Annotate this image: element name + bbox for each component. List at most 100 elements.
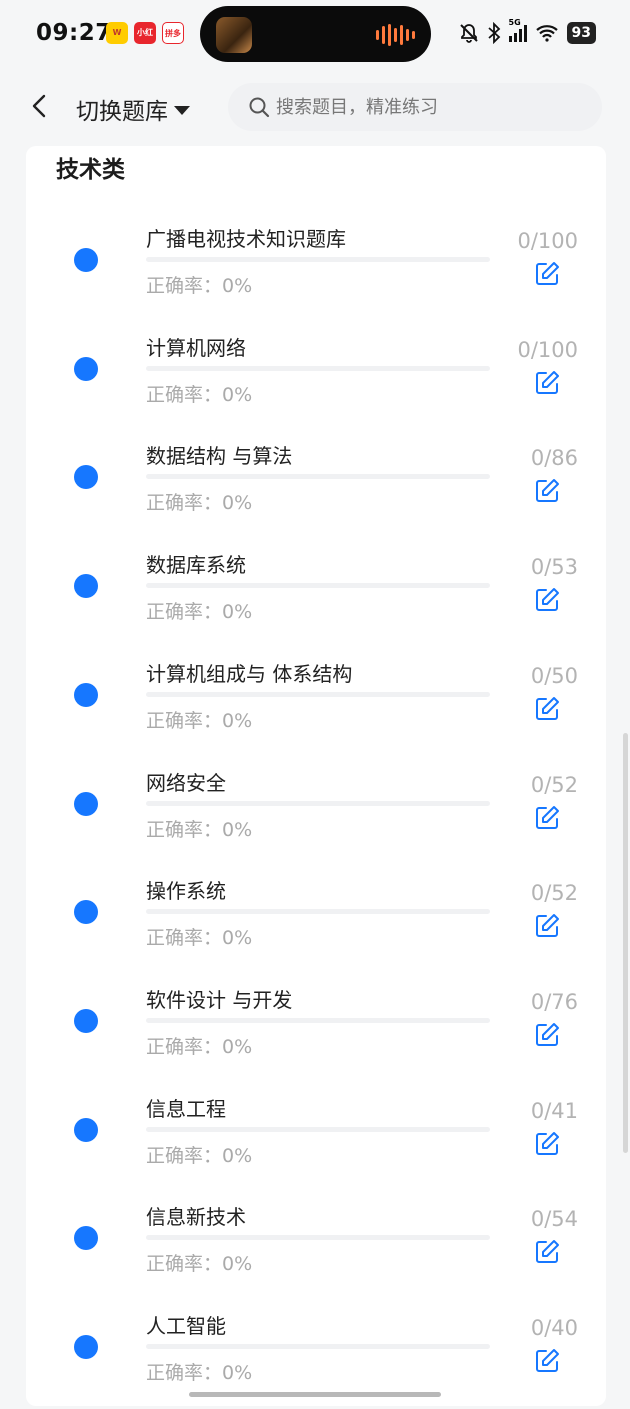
bank-list-item[interactable]: 计算机组成与 体系结构 正确率：0% 0/50 [26,648,606,757]
accuracy-label: 正确率： [146,1362,223,1384]
bank-list-item[interactable]: 计算机网络 正确率：0% 0/100 [26,322,606,431]
switch-bank-dropdown[interactable]: 切换题库 [76,92,190,126]
bank-name: 信息新技术 [146,1205,246,1229]
scrollbar[interactable] [623,733,628,1153]
accuracy-label: 正确率： [146,1253,223,1275]
progress-count: 0/52 [530,773,578,797]
bank-name: 人工智能 [146,1314,226,1338]
bank-list-item[interactable]: 操作系统正确率：0% 0/52 [26,865,606,974]
edit-icon[interactable] [534,261,560,287]
accuracy-value: 0% [222,1036,253,1058]
progress-count: 0/52 [530,881,578,905]
bank-name: 数据库系统 [146,553,246,577]
back-icon[interactable] [26,92,54,120]
accuracy-label: 正确率： [146,1036,223,1058]
bank-name: 软件设计 与开发 [146,988,293,1012]
status-time: 09:27 [36,20,112,46]
accuracy-rate: 正确率：0% [146,488,252,515]
accuracy-rate: 正确率：0% [146,597,252,624]
progress-bar [146,1235,490,1240]
accuracy-label: 正确率： [146,492,223,514]
status-dot [74,574,98,598]
progress-count: 0/50 [530,664,578,688]
progress-bar [146,474,490,479]
bank-name: 计算机组成与 体系结构 [146,662,353,686]
status-dot [74,357,98,381]
bank-name: 广播电视技术知识题库 [146,227,346,251]
bank-name: 操作系统 [146,879,226,903]
audio-wave-icon [376,24,415,46]
status-dot [74,1118,98,1142]
status-dot [74,1335,98,1359]
accuracy-value: 0% [222,927,253,949]
notification-app-icon: W [106,22,128,44]
progress-bar [146,1127,490,1132]
media-thumbnail [216,17,252,53]
status-icons: 5G 93 [459,18,596,44]
edit-icon[interactable] [534,1131,560,1157]
accuracy-rate: 正确率：0% [146,923,252,950]
dynamic-island[interactable] [200,6,431,62]
edit-icon[interactable] [534,696,560,722]
accuracy-value: 0% [222,384,253,406]
accuracy-label: 正确率： [146,710,223,732]
accuracy-rate: 正确率：0% [146,1141,252,1168]
signal-icon: 5G [508,18,527,42]
home-indicator[interactable] [189,1392,441,1397]
edit-icon[interactable] [534,1239,560,1265]
bank-name: 计算机网络 [146,336,246,360]
accuracy-value: 0% [222,601,253,623]
accuracy-label: 正确率： [146,819,223,841]
bank-list-item[interactable]: 软件设计 与开发 正确率：0% 0/76 [26,974,606,1083]
progress-count: 0/40 [530,1316,578,1340]
pinduoduo-app-icon: 拼多多 [162,22,184,44]
search-bar[interactable] [228,83,602,131]
bank-list-item[interactable]: 信息工程 正确率：0% 0/41 [26,1083,606,1192]
progress-bar [146,909,490,914]
edit-icon[interactable] [534,805,560,831]
accuracy-value: 0% [222,1145,253,1167]
bank-list-item[interactable]: 数据库系统 正确率：0% 0/53 [26,539,606,648]
bank-name: 网络安全 [146,771,226,795]
bank-list-item[interactable]: 广播电视技术知识题库 正确率：0% 0/100 [26,213,606,322]
accuracy-rate: 正确率：0% [146,1032,252,1059]
mute-bell-icon [459,24,478,43]
accuracy-label: 正确率： [146,384,223,406]
progress-count: 0/76 [530,990,578,1014]
accuracy-value: 0% [222,492,253,514]
status-bar: 09:27 W 小红书 拼多多 5G 93 [0,0,630,70]
progress-count: 0/54 [530,1207,578,1231]
progress-count: 0/86 [530,446,578,470]
accuracy-rate: 正确率：0% [146,1358,252,1385]
bank-list-item[interactable]: 信息新技术正确率：0% 0/54 [26,1191,606,1300]
accuracy-rate: 正确率：0% [146,815,252,842]
bank-list-item[interactable]: 网络安全正确率：0% 0/52 [26,757,606,866]
progress-bar [146,583,490,588]
edit-icon[interactable] [534,913,560,939]
edit-icon[interactable] [534,478,560,504]
accuracy-rate: 正确率：0% [146,1249,252,1276]
network-type: 5G [508,18,521,27]
progress-count: 0/100 [517,229,578,253]
accuracy-value: 0% [222,1253,253,1275]
accuracy-label: 正确率： [146,1145,223,1167]
accuracy-label: 正确率： [146,927,223,949]
edit-icon[interactable] [534,587,560,613]
progress-bar [146,692,490,697]
status-dot [74,465,98,489]
accuracy-value: 0% [222,275,253,297]
search-input[interactable] [276,96,576,118]
bank-list-item[interactable]: 数据结构 与算法 正确率：0% 0/86 [26,430,606,539]
status-dot [74,1009,98,1033]
accuracy-value: 0% [222,1362,253,1384]
bank-name: 信息工程 [146,1097,226,1121]
nav-bar: 切换题库 [0,70,630,146]
progress-bar [146,1344,490,1349]
progress-bar [146,1018,490,1023]
edit-icon[interactable] [534,1022,560,1048]
accuracy-value: 0% [222,819,253,841]
status-dot [74,1226,98,1250]
edit-icon[interactable] [534,1348,560,1374]
caret-down-icon [174,105,190,115]
edit-icon[interactable] [534,370,560,396]
